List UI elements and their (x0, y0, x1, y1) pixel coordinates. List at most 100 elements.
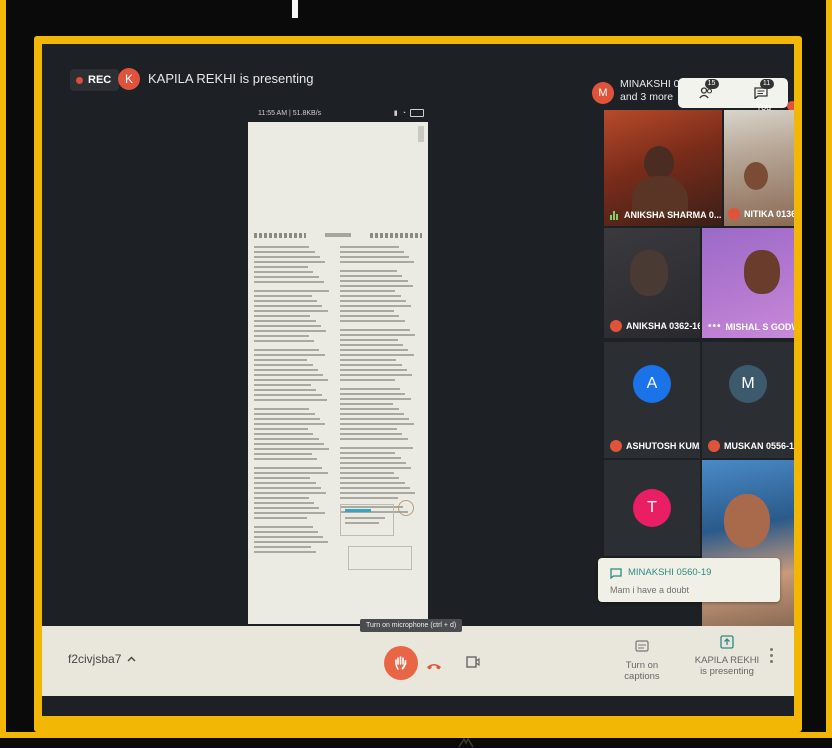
phone-status-icons: ▮ ◔ (394, 109, 430, 117)
video-tile[interactable]: T (604, 460, 700, 556)
mic-active-icon (610, 210, 620, 220)
doc-text-line (254, 305, 323, 307)
presenting-line2: is presenting (700, 666, 754, 677)
raise-hand-button[interactable] (384, 646, 418, 680)
doc-scrollbar[interactable] (418, 126, 424, 142)
chapter-title (325, 233, 351, 237)
doc-text-line (340, 398, 411, 400)
chat-sender: MINAKSHI 0560-19 (628, 567, 712, 578)
doc-text-line (254, 246, 310, 248)
people-button[interactable]: 15 (697, 79, 719, 101)
shared-document[interactable] (248, 122, 428, 624)
tile-label: ASHUTOSH KUMAR ... (610, 440, 700, 452)
doc-text-line (340, 457, 401, 459)
participant-figure (744, 162, 768, 190)
video-tile[interactable]: NITIKA 0136-14 (724, 110, 794, 226)
presenter-avatar: K (118, 68, 140, 90)
video-tile[interactable]: ••• MISHAL S GODWIL... (702, 228, 794, 338)
doc-text-line (340, 275, 403, 277)
doc-text-line (254, 512, 325, 514)
participant-name: ANIKSHA 0362-16 (626, 321, 700, 331)
top-marker (292, 0, 298, 18)
participant-name: MISHAL S GODWIL... (725, 321, 794, 332)
video-tile[interactable]: ANIKSHA SHARMA 0... (604, 110, 722, 226)
video-tile[interactable]: A ASHUTOSH KUMAR ... (604, 342, 700, 458)
participant-figure (630, 250, 668, 296)
record-dot-icon (76, 76, 83, 84)
doc-text-line (254, 492, 327, 494)
chat-button[interactable]: 11 (752, 79, 774, 101)
doc-text-line (340, 354, 414, 356)
doc-text-line (254, 526, 313, 528)
doc-question-box (340, 504, 394, 536)
presenting-status-button[interactable]: KAPILA REKHI is presenting (692, 635, 762, 677)
doc-text-line (340, 305, 412, 307)
chat-notification[interactable]: MINAKSHI 0560-19 Mam i have a doubt (598, 558, 780, 602)
dot (770, 648, 773, 651)
meeting-code: f2civjsba7 (68, 652, 122, 666)
doc-text-line (254, 394, 322, 396)
more-options-button[interactable] (770, 648, 774, 663)
doc-text-line (254, 399, 327, 401)
phone-hangup-icon (427, 664, 441, 670)
reader-illustration-icon (398, 500, 414, 516)
doc-text-line (254, 497, 309, 499)
doc-text-line (254, 541, 329, 543)
participant-avatar: M (729, 364, 767, 403)
recording-badge: REC (70, 69, 120, 91)
captions-button[interactable]: Turn on captions (610, 640, 674, 682)
doc-text-line (254, 320, 316, 322)
present-now-button[interactable] (466, 655, 480, 674)
meeting-details-button[interactable]: f2civjsba7 (68, 652, 136, 666)
wifi-icon: ◔ (401, 109, 406, 117)
doc-text-line (254, 531, 318, 533)
dot (770, 660, 773, 663)
doc-text-line (340, 339, 398, 341)
doc-text-line (340, 403, 394, 405)
mic-tooltip: Turn on microphone (ctrl + d) (360, 619, 463, 632)
doc-text-line (340, 467, 412, 469)
monitor-bezel: REC K KAPILA REKHI is presenting 11:55 A… (34, 36, 802, 748)
doc-text-line (340, 359, 397, 361)
doc-text-line (254, 546, 311, 548)
doc-text-line (254, 428, 308, 430)
doc-text-line (340, 418, 410, 420)
doc-text-line (340, 477, 400, 479)
doc-text-line (254, 379, 329, 381)
leave-call-button[interactable] (426, 658, 442, 676)
doc-text-line (340, 487, 410, 489)
signal-icon: ▮ (393, 110, 398, 117)
doc-text-line (254, 517, 308, 519)
chip-avatar: M (592, 82, 614, 104)
doc-text-line (340, 497, 398, 499)
doc-text-line (254, 340, 315, 342)
video-tile[interactable]: M MUSKAN 0556-19 (702, 342, 794, 458)
doc-text-line (340, 334, 416, 336)
dot (770, 654, 773, 657)
doc-text-line (254, 315, 311, 317)
ornament-right (370, 232, 422, 238)
doc-text-line (340, 374, 413, 376)
bottom-control-bar: f2civjsba7 (42, 626, 794, 696)
doc-text-line (254, 453, 312, 455)
doc-text-line (254, 251, 315, 253)
chat-count: 11 (759, 79, 774, 89)
doc-text-line (254, 325, 321, 327)
doc-text-line (340, 315, 400, 317)
question-heading (345, 509, 371, 512)
tile-label: NITIKA 0136-14 (728, 208, 794, 220)
tile-label: ANIKSHA 0362-16 (610, 320, 700, 332)
participant-avatar: T (633, 489, 671, 527)
doc-text-line (254, 448, 330, 450)
doc-text-line (340, 270, 397, 272)
doc-text-line (340, 344, 404, 346)
video-tile[interactable]: ANIKSHA 0362-16 (604, 228, 700, 338)
doc-text-line (254, 295, 312, 297)
doc-text-line (254, 487, 321, 489)
participant-avatar: A (633, 364, 671, 403)
doc-text-line (340, 320, 405, 322)
doc-text-line (340, 310, 394, 312)
doc-text-line (340, 452, 396, 454)
more-options-icon[interactable]: ••• (708, 321, 722, 332)
doc-text-line (254, 438, 319, 440)
